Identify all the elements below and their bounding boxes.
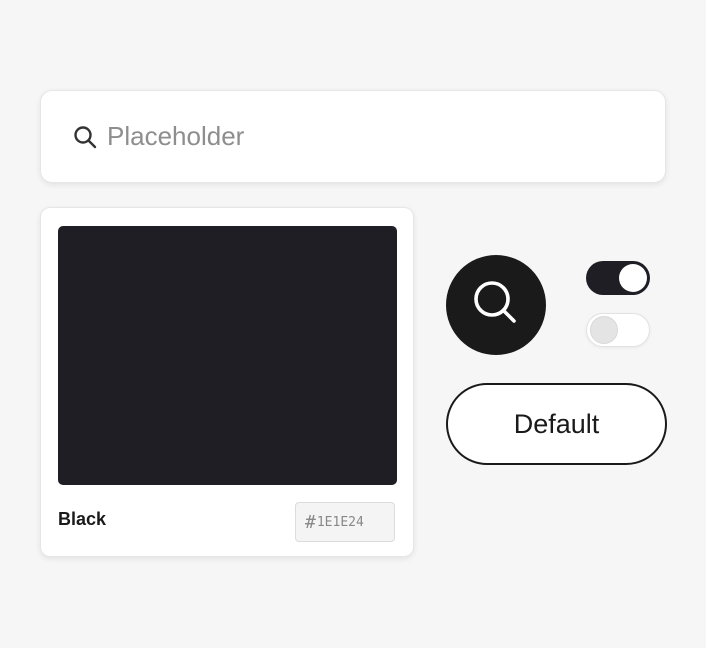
search-icon — [71, 123, 99, 151]
color-swatch-preview — [58, 226, 397, 485]
toggle-knob — [590, 316, 618, 344]
hex-value-field[interactable]: # 1E1E24 — [295, 502, 395, 542]
toggle-switch-off[interactable] — [586, 313, 650, 347]
search-button[interactable] — [446, 255, 546, 355]
search-bar — [40, 90, 666, 183]
default-button[interactable]: Default — [446, 383, 667, 465]
color-name: Black — [58, 509, 107, 529]
toggle-switch-on[interactable] — [586, 261, 650, 295]
color-swatch-card: Black # 1E1E24 — [40, 207, 414, 557]
search-icon — [472, 279, 520, 332]
hash-symbol: # — [305, 511, 316, 533]
component-showcase: Black # 1E1E24 Default — [0, 0, 706, 648]
hex-value: 1E1E24 — [316, 514, 364, 530]
toggle-knob — [619, 264, 647, 292]
search-input[interactable] — [107, 121, 627, 152]
